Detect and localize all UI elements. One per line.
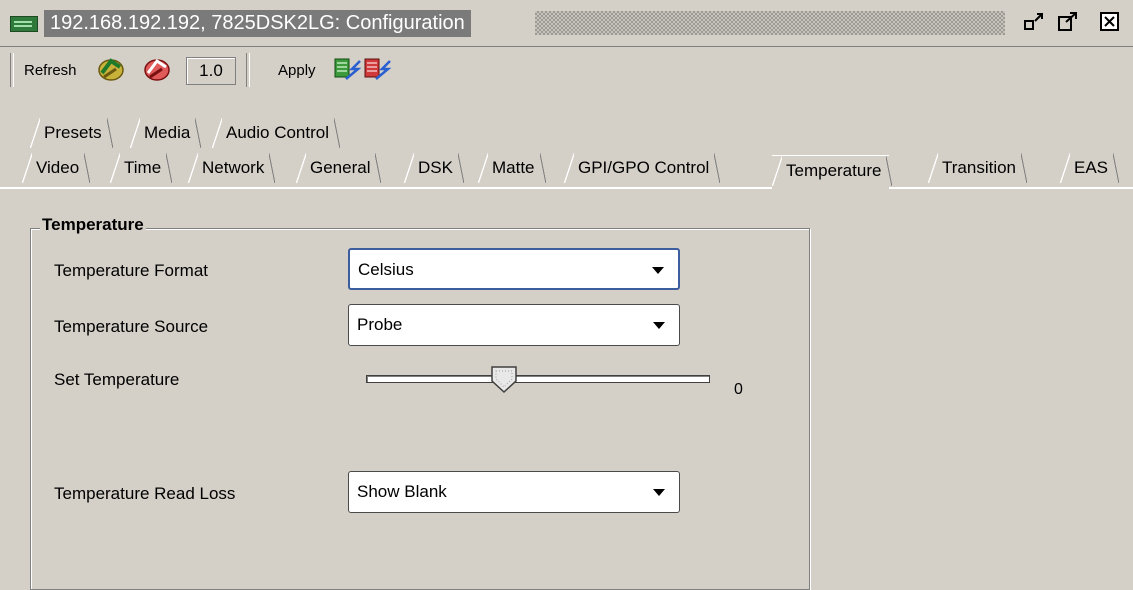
- tab-media[interactable]: Media: [130, 118, 202, 148]
- title-bar: 192.168.192.192, 7825DSK2LG: Configurati…: [0, 0, 1133, 47]
- temperature-format-value: Celsius: [358, 260, 414, 279]
- temperature-read-loss-select[interactable]: Show Blank: [348, 471, 680, 513]
- tab-general[interactable]: General: [296, 153, 382, 183]
- temperature-source-value: Probe: [357, 315, 403, 334]
- set-temperature-label: Set Temperature: [54, 370, 180, 389]
- temperature-format-label: Temperature Format: [54, 261, 208, 280]
- chevron-down-icon: [653, 489, 665, 496]
- tab-gpi-gpo-control[interactable]: GPI/GPO Control: [564, 153, 721, 183]
- tab-time[interactable]: Time: [110, 153, 173, 183]
- tab-temperature[interactable]: Temperature: [772, 155, 893, 190]
- apply-red-icon[interactable]: [362, 55, 392, 85]
- dock-icon[interactable]: [1022, 10, 1046, 34]
- apply-button[interactable]: Apply: [278, 62, 316, 79]
- tab-transition[interactable]: Transition: [928, 153, 1028, 183]
- set-temperature-slider-thumb[interactable]: [489, 364, 519, 394]
- chevron-down-icon: [652, 267, 664, 274]
- group-title: Temperature: [40, 215, 146, 235]
- refresh-icon[interactable]: [96, 55, 126, 85]
- temperature-read-loss-label: Temperature Read Loss: [54, 484, 236, 503]
- temperature-read-loss-value: Show Blank: [357, 482, 447, 501]
- tab-panel-border: [0, 187, 1133, 189]
- toolbar-separator: [246, 53, 250, 87]
- temperature-source-select[interactable]: Probe: [348, 304, 680, 346]
- close-icon[interactable]: [1098, 10, 1122, 34]
- tab-presets[interactable]: Presets: [30, 118, 113, 148]
- temperature-source-label: Temperature Source: [54, 317, 209, 336]
- refresh-all-icon[interactable]: [142, 55, 172, 85]
- temperature-format-select[interactable]: Celsius: [348, 248, 680, 290]
- refresh-button[interactable]: Refresh: [24, 62, 77, 79]
- tab-dsk[interactable]: DSK: [404, 153, 464, 183]
- device-icon: [10, 16, 38, 32]
- undock-icon[interactable]: [1056, 10, 1080, 34]
- apply-green-icon[interactable]: [332, 55, 362, 85]
- tab-video[interactable]: Video: [22, 153, 91, 183]
- tab-matte[interactable]: Matte: [478, 153, 546, 183]
- window-title: 192.168.192.192, 7825DSK2LG: Configurati…: [44, 10, 471, 37]
- set-temperature-value: 0: [734, 381, 743, 398]
- toolbar: Refresh 1.0 Apply: [0, 47, 1133, 97]
- title-bar-dither: [535, 11, 1005, 35]
- tab-audio-control[interactable]: Audio Control: [212, 118, 341, 148]
- tab-network[interactable]: Network: [188, 153, 276, 183]
- chevron-down-icon: [653, 322, 665, 329]
- set-temperature-slider-track[interactable]: [366, 375, 710, 383]
- tab-eas[interactable]: EAS: [1060, 153, 1120, 183]
- version-field[interactable]: 1.0: [186, 57, 236, 85]
- toolbar-separator: [10, 53, 14, 87]
